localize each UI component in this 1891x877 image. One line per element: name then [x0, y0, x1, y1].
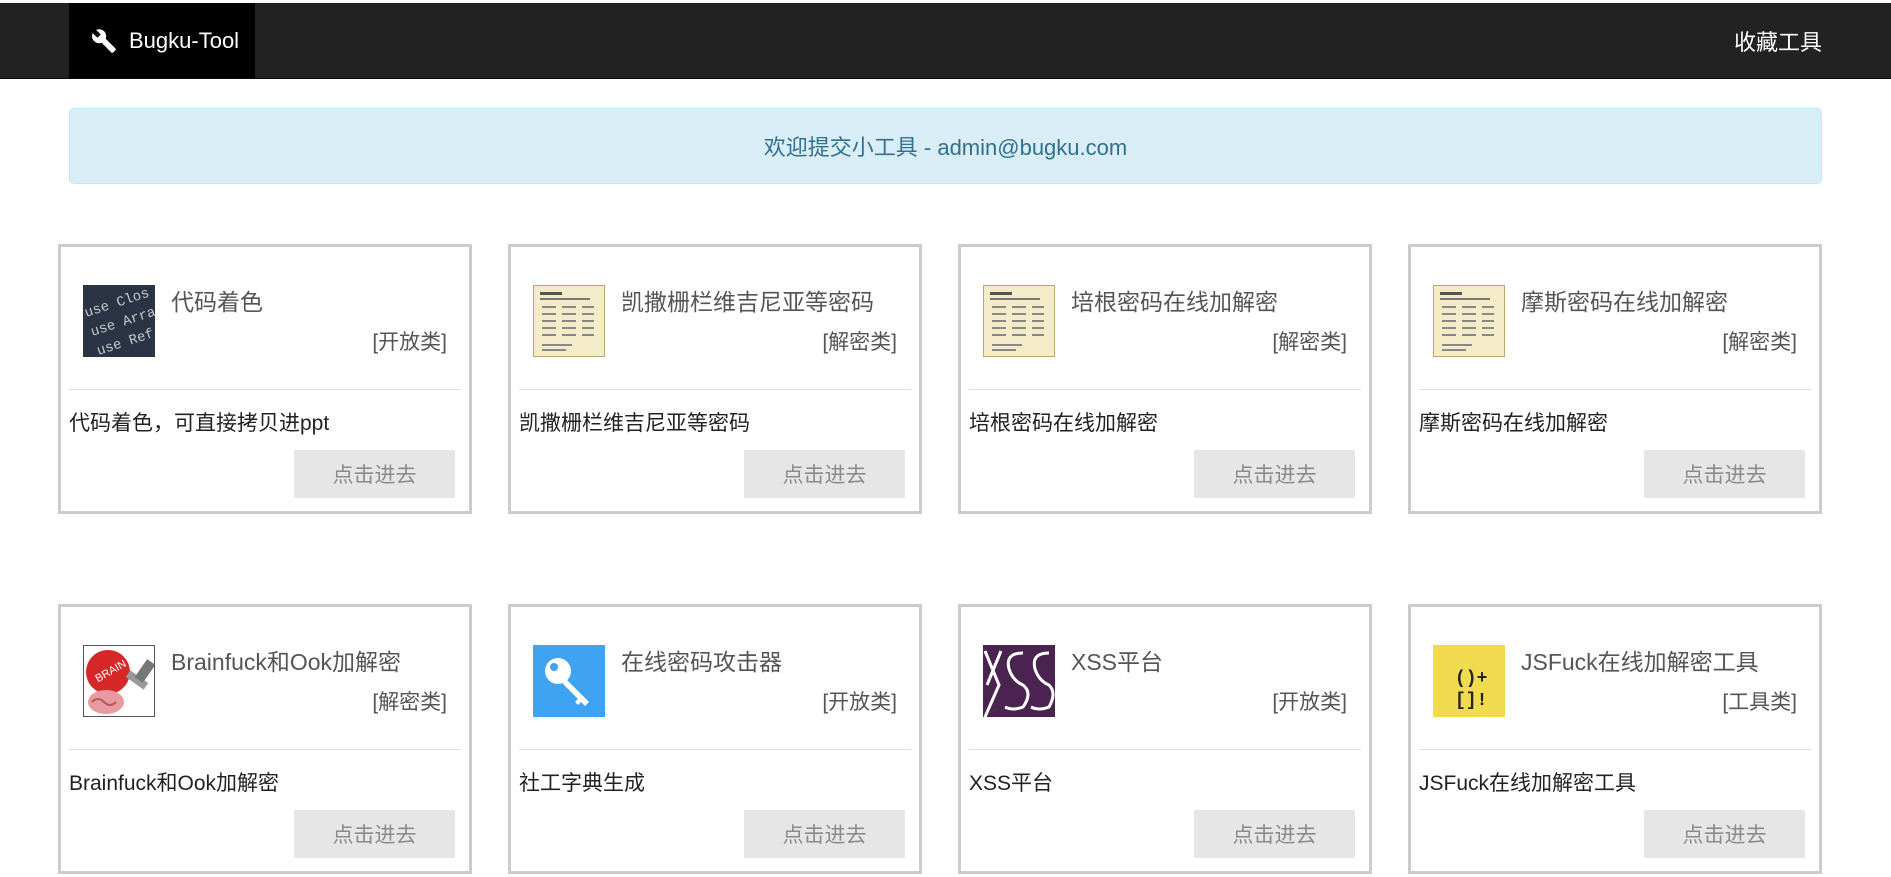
tool-card: 在线密码攻击器 [开放类] 社工字典生成 点击进去 [508, 604, 922, 874]
card-category: [开放类] [372, 331, 447, 354]
enter-button[interactable]: 点击进去 [1194, 810, 1355, 858]
svg-text:()+: ()+ [1455, 669, 1487, 689]
top-navbar: Bugku-Tool 收藏工具 [0, 3, 1891, 79]
brand-link[interactable]: Bugku-Tool [69, 3, 255, 78]
card-title: 凯撒栅栏维吉尼亚等密码 [621, 289, 874, 315]
tool-card: use Clos use Arra use Ref 代码着色 [开放类] 代码着… [58, 244, 472, 514]
card-description: 凯撒栅栏维吉尼亚等密码 [519, 412, 750, 435]
code-thumbnail: use Clos use Arra use Ref [83, 285, 155, 357]
card-title: 培根密码在线加解密 [1071, 289, 1278, 315]
alert-text: 欢迎提交小工具 - admin@bugku.com [763, 135, 1128, 160]
card-description: 摩斯密码在线加解密 [1419, 412, 1608, 435]
card-title: 在线密码攻击器 [621, 649, 782, 675]
tool-card: 摩斯密码在线加解密 [解密类] 摩斯密码在线加解密 点击进去 [1408, 244, 1822, 514]
card-divider [1419, 749, 1811, 750]
wrench-icon [91, 28, 117, 54]
card-divider [969, 389, 1361, 390]
tool-card: 培根密码在线加解密 [解密类] 培根密码在线加解密 点击进去 [958, 244, 1372, 514]
paper-thumbnail [1433, 285, 1505, 357]
enter-button[interactable]: 点击进去 [1644, 810, 1805, 858]
card-category: [解密类] [822, 331, 897, 354]
enter-button[interactable]: 点击进去 [744, 810, 905, 858]
brain-thumbnail: BRAIN [83, 645, 155, 717]
card-description: 代码着色，可直接拷贝进ppt [69, 412, 330, 435]
jsfuck-logo: ()+ []! [1433, 645, 1505, 717]
enter-button[interactable]: 点击进去 [294, 450, 455, 498]
card-title: JSFuck在线加解密工具 [1521, 649, 1759, 675]
tool-card: ()+ []! JSFuck在线加解密工具 [工具类] JSFuck在线加解密工… [1408, 604, 1822, 874]
card-category: [开放类] [822, 691, 897, 714]
card-category: [解密类] [372, 691, 447, 714]
key-icon [533, 645, 605, 717]
enter-button[interactable]: 点击进去 [1644, 450, 1805, 498]
card-description: XSS平台 [969, 772, 1054, 795]
card-description: JSFuck在线加解密工具 [1419, 772, 1637, 795]
card-divider [1419, 389, 1811, 390]
card-category: [工具类] [1722, 691, 1797, 714]
card-title: 摩斯密码在线加解密 [1521, 289, 1728, 315]
enter-button[interactable]: 点击进去 [1194, 450, 1355, 498]
card-category: [解密类] [1722, 331, 1797, 354]
card-category: [开放类] [1272, 691, 1347, 714]
card-divider [69, 749, 461, 750]
favorites-link[interactable]: 收藏工具 [1734, 3, 1822, 78]
info-alert: 欢迎提交小工具 - admin@bugku.com [69, 108, 1822, 184]
card-description: 社工字典生成 [519, 772, 645, 795]
card-title: XSS平台 [1071, 649, 1164, 675]
card-category: [解密类] [1272, 331, 1347, 354]
card-divider [69, 389, 461, 390]
card-divider [519, 389, 911, 390]
brand-text: Bugku-Tool [129, 27, 240, 53]
paper-thumbnail [533, 285, 605, 357]
xss-logo [983, 645, 1055, 717]
enter-button[interactable]: 点击进去 [744, 450, 905, 498]
card-title: 代码着色 [171, 289, 263, 315]
svg-text:[]!: []! [1455, 691, 1487, 711]
enter-button[interactable]: 点击进去 [294, 810, 455, 858]
card-description: 培根密码在线加解密 [969, 412, 1158, 435]
card-divider [519, 749, 911, 750]
card-description: Brainfuck和Ook加解密 [69, 772, 280, 795]
tool-card: XSS平台 [开放类] XSS平台 点击进去 [958, 604, 1372, 874]
tool-card: 凯撒栅栏维吉尼亚等密码 [解密类] 凯撒栅栏维吉尼亚等密码 点击进去 [508, 244, 922, 514]
paper-thumbnail [983, 285, 1055, 357]
card-divider [969, 749, 1361, 750]
tool-card: BRAIN Brainfuck和Ook加解密 [解密类] Brainfuck和O… [58, 604, 472, 874]
card-title: Brainfuck和Ook加解密 [171, 649, 402, 675]
